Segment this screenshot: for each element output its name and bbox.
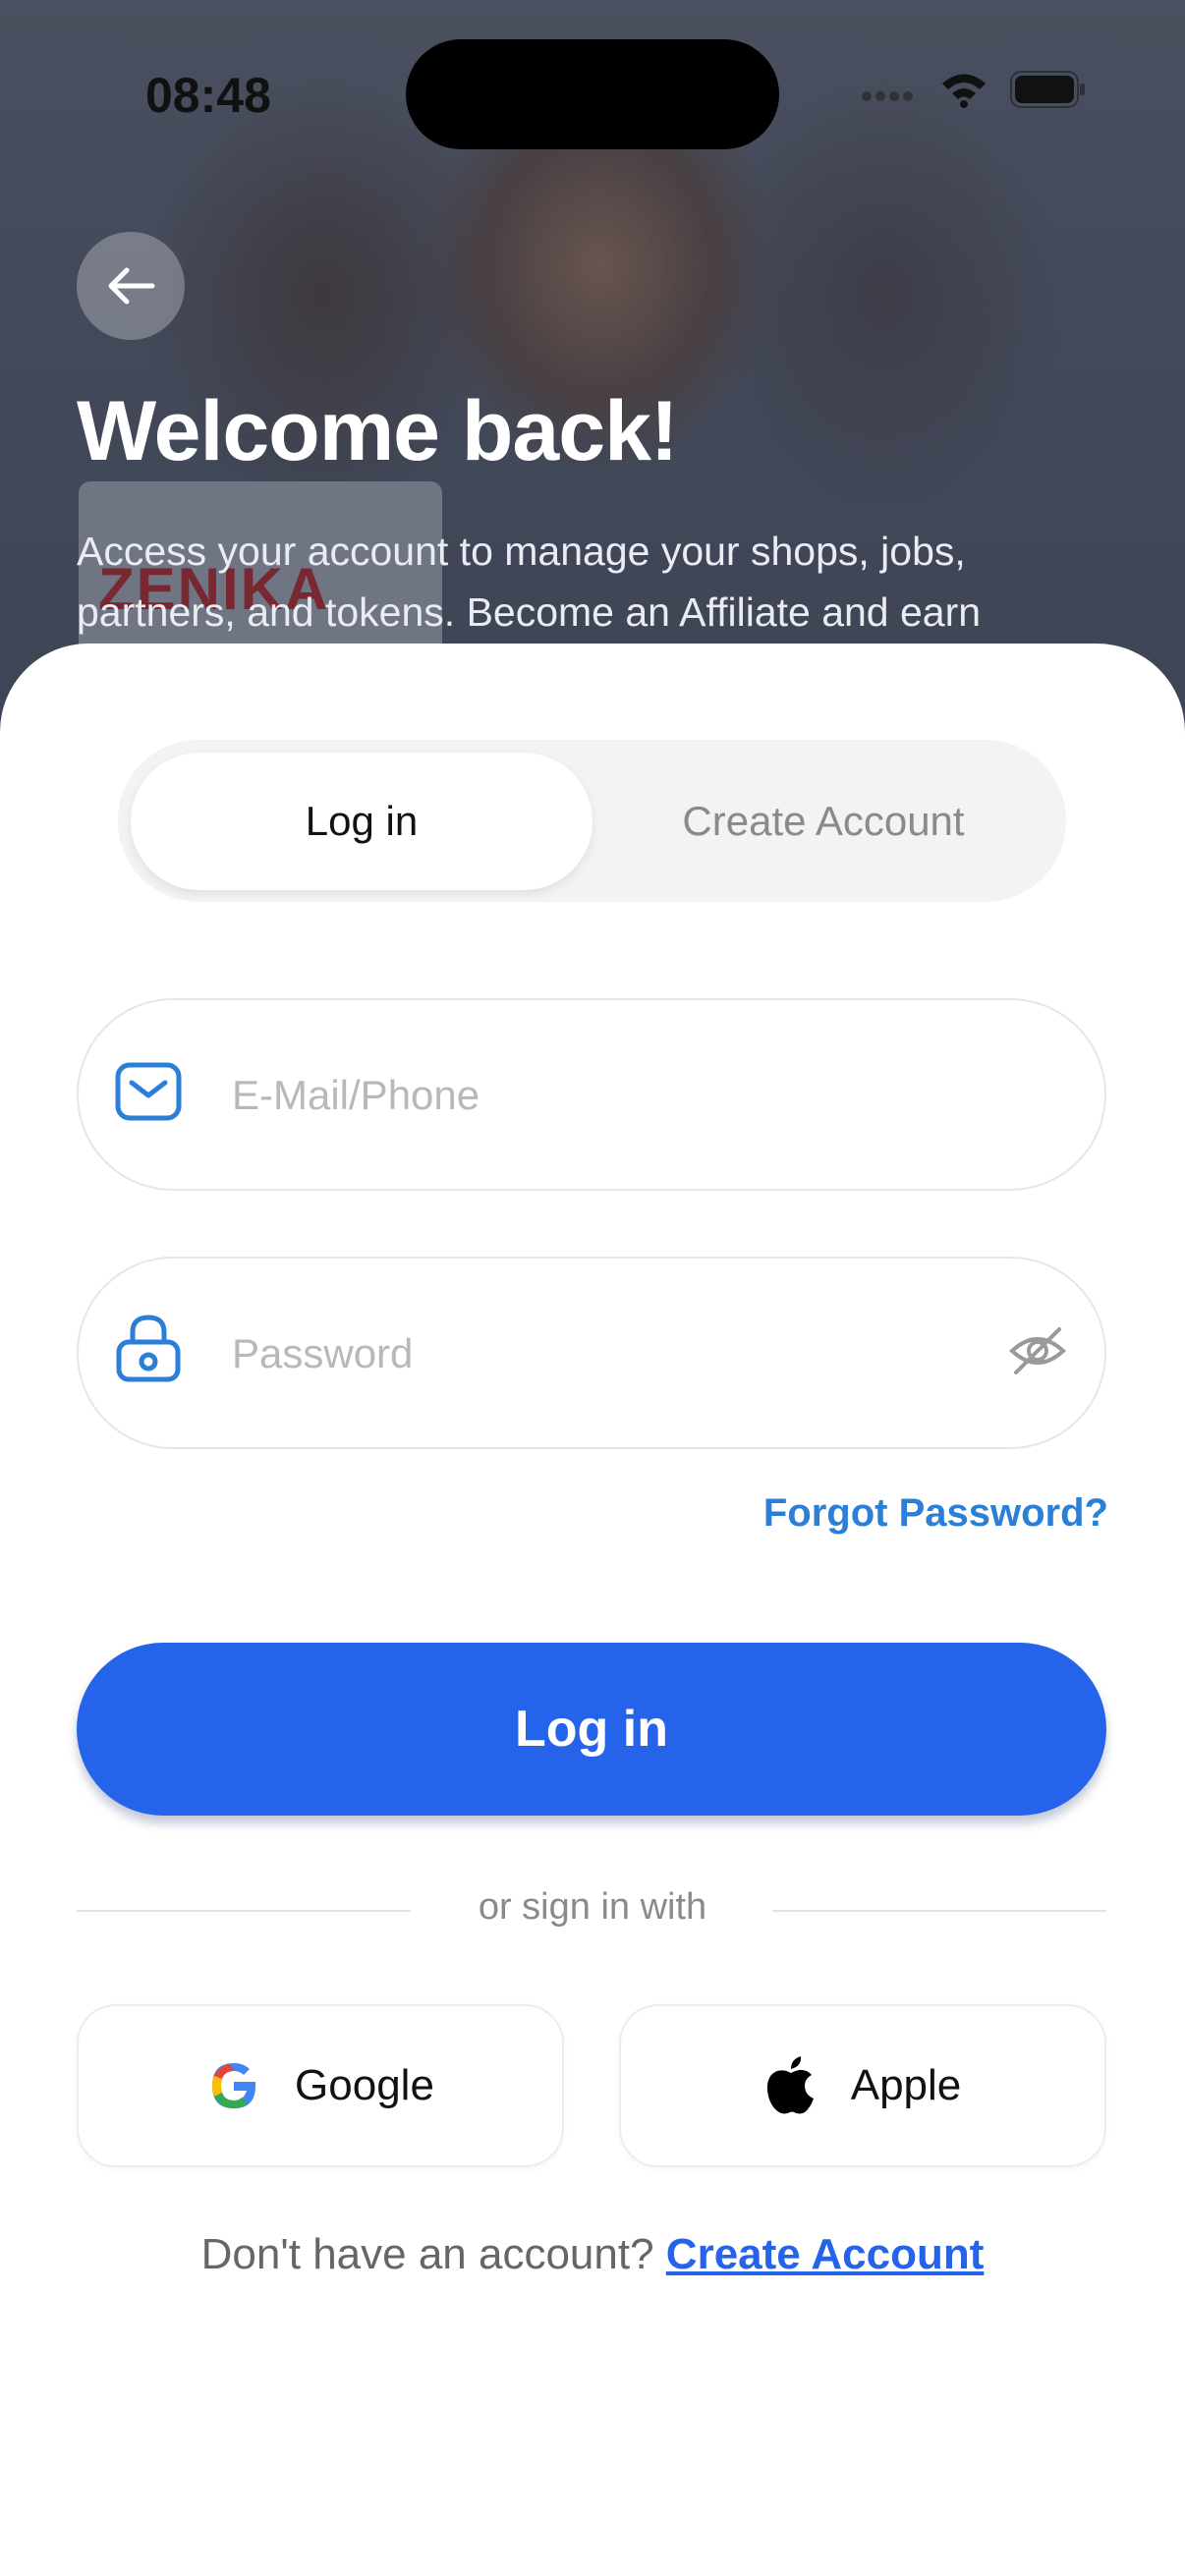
login-sheet [0,644,1185,2576]
google-icon [212,2063,256,2108]
email-input[interactable] [230,1000,1000,1191]
google-sign-in-button[interactable]: Google [77,2004,564,2167]
battery-icon [1010,71,1085,108]
arrow-left-icon [108,267,155,305]
page-title: Welcome back! [77,384,679,478]
status-icons [859,71,1087,108]
apple-label: Apple [850,2061,962,2109]
password-input[interactable] [230,1259,1000,1449]
signup-prompt-text: Don't have an account? [200,2230,666,2278]
tab-log-in[interactable]: Log in [131,753,592,890]
mail-icon [115,1062,182,1121]
status-time: 08:48 [145,68,271,123]
apple-icon [766,2056,814,2114]
page-subtitle: Access your account to manage your shops… [77,529,982,635]
lock-icon [116,1315,181,1382]
signup-prompt: Don't have an account? Create Account [0,2230,1185,2279]
signal-icon [862,91,913,101]
password-field[interactable] [77,1257,1106,1449]
dynamic-island [406,39,779,149]
login-button[interactable]: Log in [77,1643,1106,1816]
apple-sign-in-button[interactable]: Apple [619,2004,1106,2167]
eye-off-icon[interactable] [1008,1321,1067,1380]
forgot-password-link[interactable]: Forgot Password? [763,1491,1108,1536]
divider-label: or sign in with [478,1886,707,1928]
tab-create-account[interactable]: Create Account [592,753,1054,890]
email-field[interactable] [77,998,1106,1191]
google-label: Google [295,2061,434,2109]
wifi-icon [942,74,986,108]
create-account-link[interactable]: Create Account [666,2230,985,2278]
back-button[interactable] [77,232,185,340]
divider-right [772,1910,1106,1912]
